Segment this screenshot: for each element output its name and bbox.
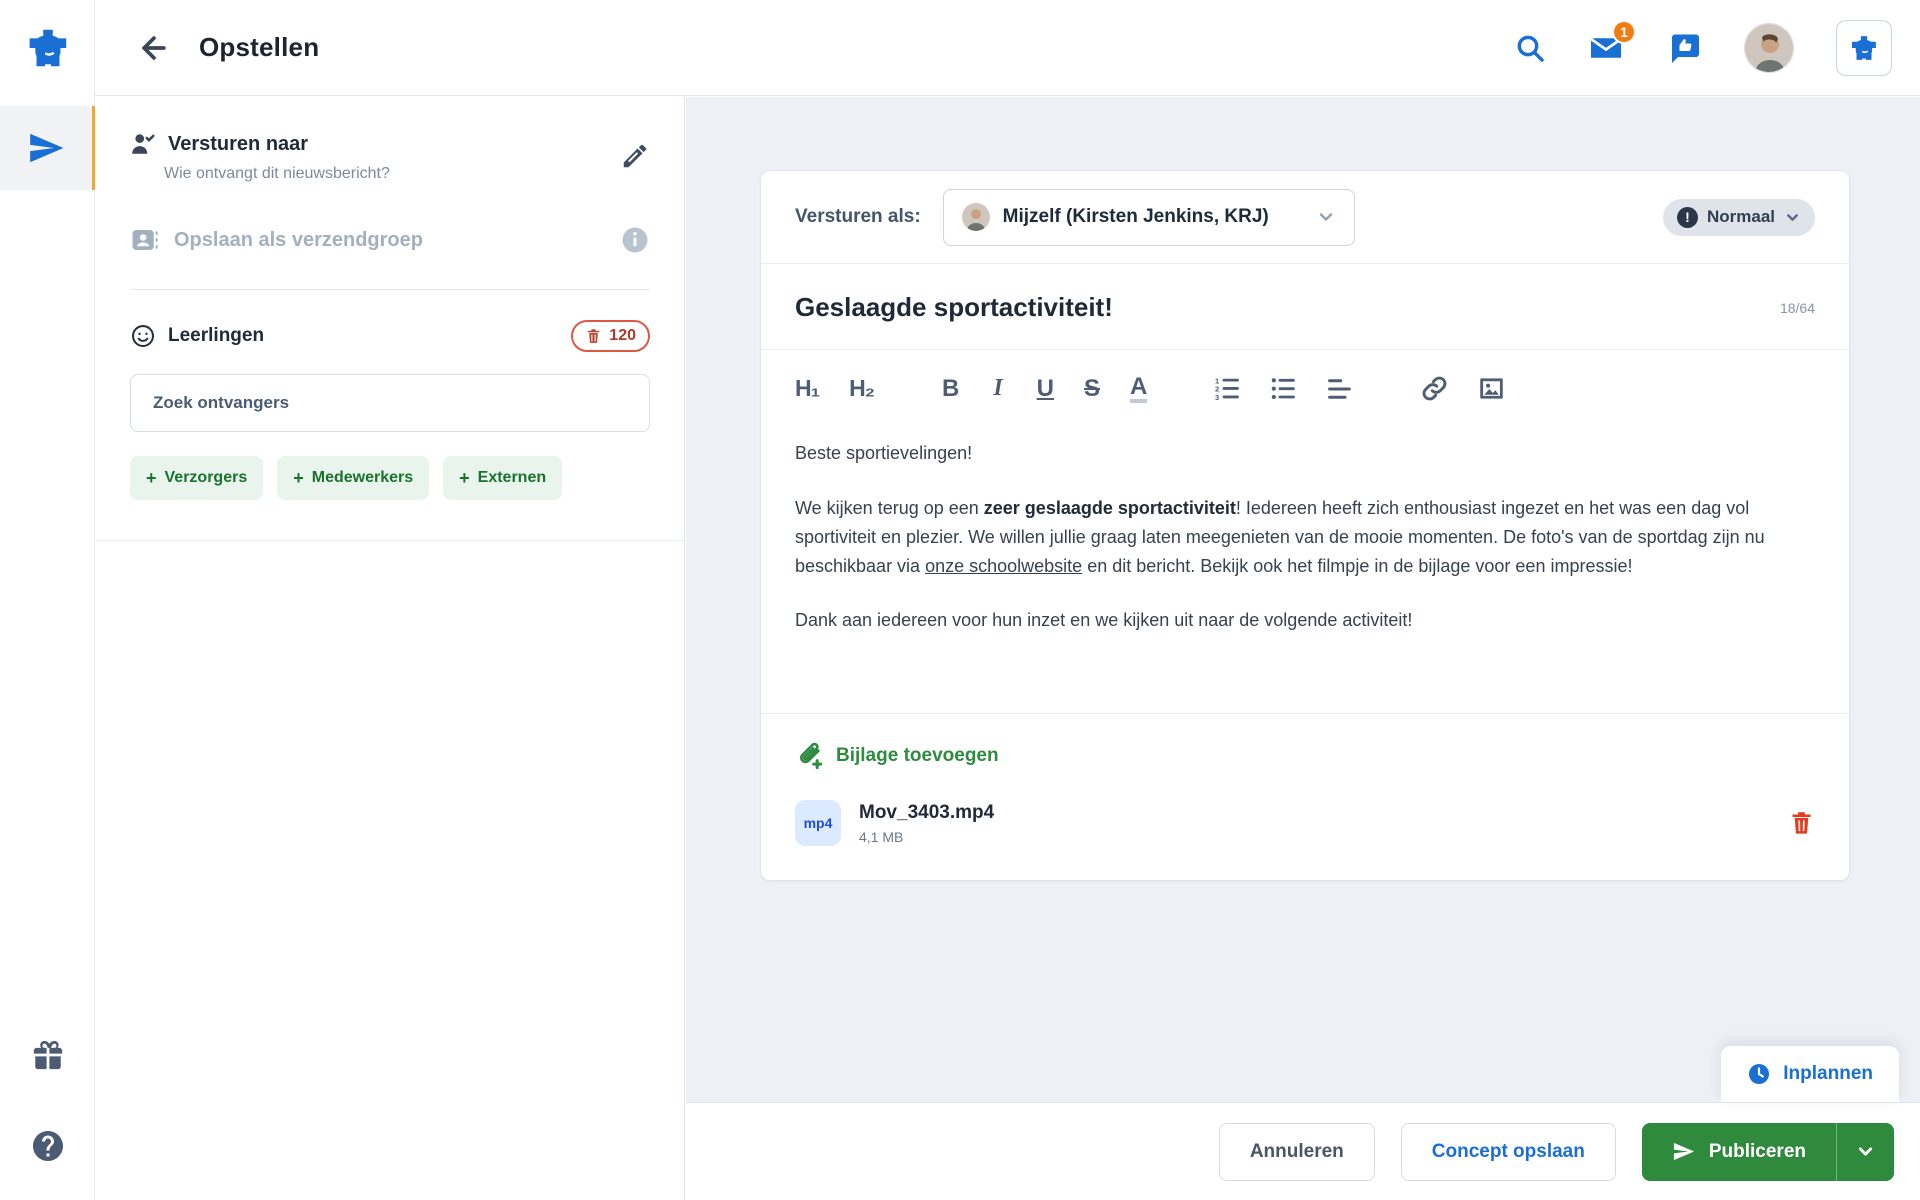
strikethrough-button[interactable]: S xyxy=(1084,375,1100,403)
send-to-title: Versturen naar xyxy=(168,132,309,155)
add-externen-button[interactable]: + Externen xyxy=(443,456,563,500)
body-link[interactable]: onze schoolwebsite xyxy=(925,556,1082,576)
text-color-button[interactable]: A xyxy=(1130,374,1148,404)
trash-icon xyxy=(585,328,602,345)
page-title: Opstellen xyxy=(199,32,320,62)
image-button[interactable] xyxy=(1478,375,1505,402)
info-icon[interactable] xyxy=(620,225,650,255)
header: Opstellen 1 xyxy=(95,0,1920,96)
chevron-down-icon xyxy=(1316,207,1336,227)
add-verzorgers-button[interactable]: + Verzorgers xyxy=(130,456,264,500)
bold-button[interactable]: B xyxy=(942,375,959,403)
attachment-row: mp4 Mov_3403.mp4 4,1 MB xyxy=(795,800,1815,847)
ordered-list-button[interactable]: 123 xyxy=(1215,376,1241,402)
mail-badge: 1 xyxy=(1612,19,1636,44)
body-p3: Dank aan iedereen voor hun inzet en we k… xyxy=(795,610,1413,631)
search-input[interactable] xyxy=(153,393,627,413)
avatar[interactable] xyxy=(1744,22,1794,73)
publish-split-button: Publiceren xyxy=(1641,1122,1894,1181)
contact-card-icon xyxy=(130,225,160,255)
sidebar-divider xyxy=(130,289,650,290)
file-type-chip: mp4 xyxy=(795,800,841,847)
clock-icon xyxy=(1747,1062,1771,1086)
format-toolbar: H₁ H₂ B I U S A 123 xyxy=(761,350,1849,413)
heading1-button[interactable]: H₁ xyxy=(795,375,820,402)
message-body[interactable]: Beste sportievelingen! We kijken terug o… xyxy=(761,413,1849,713)
send-as-select[interactable]: Mijzelf (Kirsten Jenkins, KRJ) xyxy=(942,188,1355,246)
add-verzorgers-label: Verzorgers xyxy=(164,469,248,486)
publish-label: Publiceren xyxy=(1708,1140,1806,1162)
char-counter: 18/64 xyxy=(1779,299,1815,316)
paper-plane-icon xyxy=(27,129,65,167)
help-icon[interactable] xyxy=(30,1128,66,1164)
sidebar: Versturen naar Wie ontvangt dit nieuwsbe… xyxy=(96,97,685,1200)
body-p1: Beste sportievelingen! xyxy=(795,443,973,464)
chevron-down-icon xyxy=(1784,209,1801,226)
italic-button[interactable]: I xyxy=(989,375,1006,402)
save-draft-button[interactable]: Concept opslaan xyxy=(1400,1122,1616,1181)
priority-icon: ! xyxy=(1676,206,1698,228)
link-button[interactable] xyxy=(1421,375,1448,402)
plus-icon: + xyxy=(459,468,470,488)
file-name: Mov_3403.mp4 xyxy=(859,801,995,823)
send-to-panel: Versturen naar Wie ontvangt dit nieuwsbe… xyxy=(96,97,684,541)
align-button[interactable] xyxy=(1327,376,1353,402)
publish-button[interactable]: Publiceren xyxy=(1642,1123,1836,1181)
person-check-icon xyxy=(130,131,156,157)
save-group-label: Opslaan als verzendgroep xyxy=(174,228,423,251)
add-medewerkers-button[interactable]: + Medewerkers xyxy=(277,456,430,500)
priority-label: Normaal xyxy=(1706,207,1775,226)
subject-input[interactable] xyxy=(795,292,1760,323)
save-group-button[interactable]: Opslaan als verzendgroep xyxy=(130,225,423,255)
add-externen-label: Externen xyxy=(477,469,547,486)
send-as-label: Versturen als: xyxy=(795,206,921,227)
attachment-section: Bijlage toevoegen mp4 Mov_3403.mp4 4,1 M… xyxy=(761,713,1849,880)
left-rail xyxy=(0,0,95,1200)
body-p2: We kijken terug op een zeer geslaagde sp… xyxy=(795,497,1765,576)
send-as-value: Mijzelf (Kirsten Jenkins, KRJ) xyxy=(1002,206,1269,227)
send-to-subtitle: Wie ontvangt dit nieuwsbericht? xyxy=(164,165,390,182)
underline-button[interactable]: U xyxy=(1037,375,1054,403)
feedback-icon[interactable] xyxy=(1666,30,1702,66)
main-area: Versturen als: Mijzelf (Kirsten Jenkins,… xyxy=(686,97,1920,1200)
apps-button[interactable] xyxy=(1836,19,1892,76)
svg-text:3: 3 xyxy=(1215,392,1219,401)
app-logo-icon xyxy=(0,10,95,85)
search-icon[interactable] xyxy=(1514,32,1546,64)
paperclip-plus-icon xyxy=(795,742,823,770)
schedule-label: Inplannen xyxy=(1783,1063,1873,1084)
cancel-button[interactable]: Annuleren xyxy=(1218,1122,1375,1181)
group-count: 120 xyxy=(609,327,636,344)
add-attachment-label: Bijlage toevoegen xyxy=(836,745,999,767)
bullet-list-button[interactable] xyxy=(1271,376,1297,402)
recipient-search[interactable] xyxy=(130,374,650,432)
publish-options-chevron[interactable] xyxy=(1836,1122,1894,1181)
add-medewerkers-label: Medewerkers xyxy=(311,469,414,486)
rail-item-compose[interactable] xyxy=(0,106,95,190)
paper-plane-icon xyxy=(1672,1140,1695,1163)
heading2-button[interactable]: H₂ xyxy=(849,375,875,402)
file-size: 4,1 MB xyxy=(859,828,904,845)
group-label: Leerlingen xyxy=(168,325,265,346)
plus-icon: + xyxy=(293,468,304,488)
plus-icon: + xyxy=(146,468,157,488)
gift-icon[interactable] xyxy=(31,1038,65,1072)
smiley-icon xyxy=(130,323,156,349)
priority-selector[interactable]: ! Normaal xyxy=(1662,198,1815,236)
delete-attachment-icon[interactable] xyxy=(1788,810,1815,837)
compose-card: Versturen als: Mijzelf (Kirsten Jenkins,… xyxy=(760,170,1850,882)
app-window: Opstellen 1 Versturen naar Wie ontvangt … xyxy=(0,0,1920,1200)
add-attachment-button[interactable]: Bijlage toevoegen xyxy=(795,742,1815,770)
body-bold-text: zeer geslaagde sportactiviteit xyxy=(983,497,1236,518)
sender-avatar xyxy=(961,203,990,231)
footer-bar: Annuleren Concept opslaan Publiceren xyxy=(686,1102,1920,1200)
remove-group-pill[interactable]: 120 xyxy=(571,320,650,352)
edit-pencil-icon[interactable] xyxy=(620,141,650,176)
back-button[interactable] xyxy=(137,31,171,65)
mail-icon[interactable]: 1 xyxy=(1588,19,1636,66)
schedule-button[interactable]: Inplannen xyxy=(1721,1046,1899,1102)
